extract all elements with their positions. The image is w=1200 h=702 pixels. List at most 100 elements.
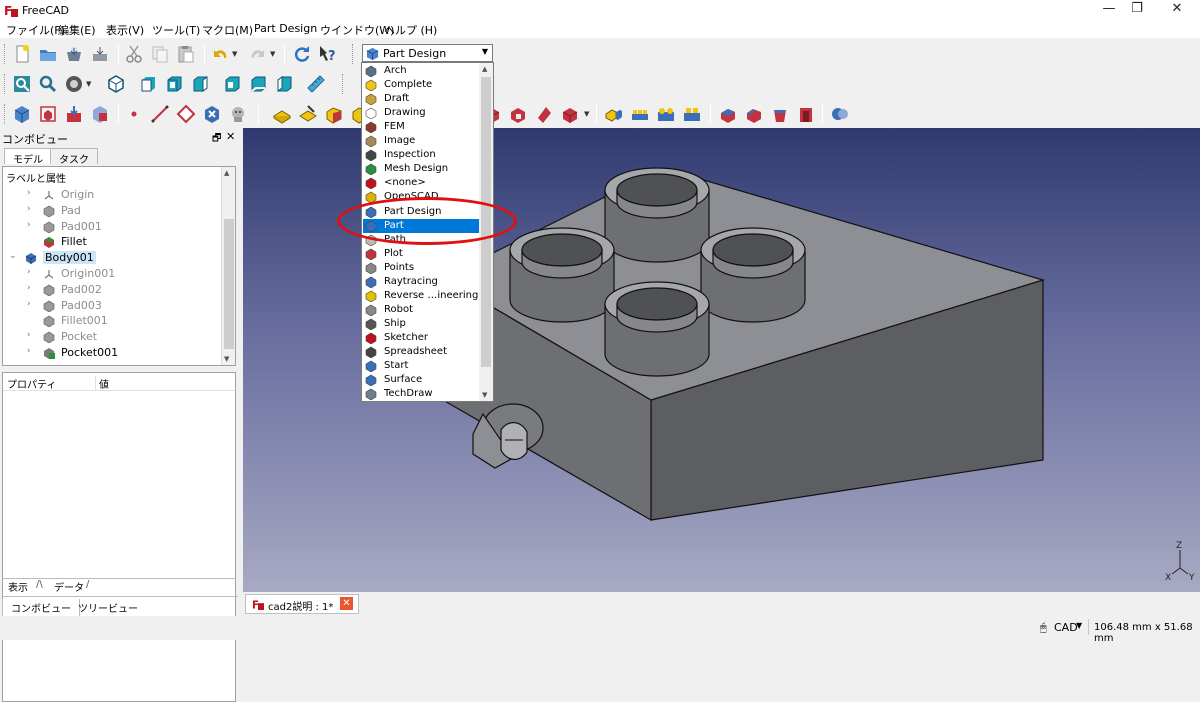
paste-icon[interactable]	[176, 44, 196, 64]
document-tab[interactable]: F cad2説明 : 1* ✕	[245, 594, 359, 614]
tree-scrollbar[interactable]: ▲ ▼	[221, 167, 235, 365]
tree-item[interactable]: › Pocket	[3, 329, 223, 345]
navigation-style[interactable]: CAD	[1054, 621, 1078, 634]
subtractive-primitive-chevron-icon[interactable]: ▼	[584, 104, 591, 124]
create-part-icon[interactable]	[38, 104, 58, 124]
tree-item[interactable]: Fillet	[3, 234, 223, 250]
workbench-option[interactable]: Arch	[363, 64, 480, 78]
tree-item[interactable]: › Pad002	[3, 282, 223, 298]
cut-icon[interactable]	[124, 44, 144, 64]
import-icon[interactable]	[64, 104, 84, 124]
workbench-option[interactable]: Draft	[363, 92, 480, 106]
tab-combo-view[interactable]: コンボビュー	[2, 599, 80, 617]
draw-style-chevron-icon[interactable]: ▼	[86, 74, 93, 94]
rear-view-icon[interactable]	[222, 74, 242, 94]
tab-model[interactable]: モデル	[4, 148, 52, 166]
toolbar-grip[interactable]	[4, 74, 7, 94]
pad-icon[interactable]	[324, 104, 344, 124]
collapsed-chevron-icon[interactable]: ›	[27, 330, 31, 340]
collapsed-chevron-icon[interactable]: ›	[27, 299, 31, 309]
redo-icon[interactable]	[248, 44, 268, 64]
workbench-option[interactable]: Reverse …ineering	[363, 289, 480, 303]
linear-pattern-icon[interactable]	[630, 104, 650, 124]
collapsed-chevron-icon[interactable]: ›	[27, 220, 31, 230]
tree-item[interactable]: ⌄ Body001	[3, 250, 223, 266]
top-view-icon[interactable]	[164, 74, 184, 94]
workbench-selector[interactable]: Part Design ▼	[362, 44, 493, 62]
copy-icon[interactable]	[150, 44, 170, 64]
workbench-option[interactable]: Complete	[363, 78, 480, 92]
collapsed-chevron-icon[interactable]: ›	[27, 188, 31, 198]
workbench-option[interactable]: Robot	[363, 303, 480, 317]
tab-tasks[interactable]: タスク	[50, 148, 98, 166]
menu-tools[interactable]: ツール(T)	[152, 22, 200, 38]
workbench-option[interactable]: Drawing	[363, 106, 480, 120]
subtractive-loft-icon[interactable]	[508, 104, 528, 124]
right-view-icon[interactable]	[190, 74, 210, 94]
save-icon[interactable]	[64, 44, 84, 64]
workbench-option[interactable]: Plot	[363, 247, 480, 261]
whats-this-icon[interactable]: ?	[318, 44, 338, 64]
scroll-up-icon[interactable]: ▲	[482, 65, 487, 73]
fit-all-icon[interactable]	[12, 74, 32, 94]
workbench-option[interactable]: TechDraw	[363, 387, 480, 401]
workbench-option[interactable]: <none>	[363, 176, 480, 190]
fillet-icon[interactable]	[718, 104, 738, 124]
bottom-view-icon[interactable]	[248, 74, 268, 94]
save-as-icon[interactable]	[90, 44, 110, 64]
new-sketch-icon[interactable]	[272, 104, 292, 124]
workbench-option[interactable]: FEM	[363, 120, 480, 134]
scroll-up-icon[interactable]: ▲	[224, 169, 229, 177]
redo-dropdown-chevron-icon[interactable]: ▼	[270, 44, 277, 64]
float-panel-icon[interactable]: 🗗	[212, 131, 221, 148]
front-view-icon[interactable]	[138, 74, 158, 94]
thickness-icon[interactable]	[796, 104, 816, 124]
mirrored-icon[interactable]	[604, 104, 624, 124]
draw-style-icon[interactable]	[64, 74, 84, 94]
workbench-option[interactable]: Mesh Design	[363, 162, 480, 176]
tree-item[interactable]: › Pad003	[3, 298, 223, 314]
tree-item[interactable]: › Pocket001	[3, 345, 223, 361]
workbench-option[interactable]: Spreadsheet	[363, 345, 480, 359]
menu-view[interactable]: 表示(V)	[106, 22, 144, 38]
tab-tree-view[interactable]: ツリービュー	[78, 600, 138, 615]
model-tree[interactable]: ラベルと属性 › Origin › Pad › Pad001 Fillet ⌄ Body001 ›…	[2, 166, 236, 366]
undo-dropdown-chevron-icon[interactable]: ▼	[232, 44, 239, 64]
collapsed-chevron-icon[interactable]: ›	[27, 204, 31, 214]
property-view[interactable]: プロパティ 値	[2, 372, 236, 702]
polar-pattern-icon[interactable]	[656, 104, 676, 124]
shape-binder-icon[interactable]	[90, 104, 110, 124]
attach-sketch-icon[interactable]	[298, 104, 318, 124]
chamfer-icon[interactable]	[744, 104, 764, 124]
close-panel-icon[interactable]: ✕	[226, 130, 235, 143]
datum-plane-icon[interactable]	[176, 104, 196, 124]
subtractive-primitive-icon[interactable]	[560, 104, 580, 124]
multi-transform-icon[interactable]	[682, 104, 702, 124]
workbench-option[interactable]: Raytracing	[363, 275, 480, 289]
expanded-chevron-icon[interactable]: ⌄	[9, 251, 17, 261]
collapsed-chevron-icon[interactable]: ›	[27, 346, 31, 356]
create-body-icon[interactable]	[12, 104, 32, 124]
tree-item[interactable]: › Origin	[3, 187, 223, 203]
workbench-option[interactable]: Image	[363, 134, 480, 148]
menu-macro[interactable]: マクロ(M)	[202, 22, 253, 38]
chevron-down-icon[interactable]: ▼	[1076, 621, 1082, 630]
measure-distance-icon[interactable]	[306, 74, 326, 94]
local-coordinate-system-icon[interactable]	[202, 104, 222, 124]
menu-file[interactable]: ファイル(F)	[6, 22, 65, 38]
workbench-option[interactable]: Inspection	[363, 148, 480, 162]
close-tab-icon[interactable]: ✕	[340, 597, 353, 610]
tab-view[interactable]: 表示	[8, 579, 28, 594]
clone-icon[interactable]	[228, 104, 248, 124]
isometric-view-icon[interactable]	[106, 74, 126, 94]
close-button[interactable]: ✕	[1154, 0, 1200, 20]
tree-item[interactable]: › Pad001	[3, 219, 223, 235]
datum-point-icon[interactable]	[124, 104, 144, 124]
toolbar-grip[interactable]	[4, 104, 7, 124]
collapsed-chevron-icon[interactable]: ›	[27, 283, 31, 293]
collapsed-chevron-icon[interactable]: ›	[27, 267, 31, 277]
undo-icon[interactable]	[210, 44, 230, 64]
scrollbar-thumb[interactable]	[224, 219, 234, 349]
fit-selection-icon[interactable]	[38, 74, 58, 94]
menu-edit[interactable]: 編集(E)	[58, 22, 96, 38]
